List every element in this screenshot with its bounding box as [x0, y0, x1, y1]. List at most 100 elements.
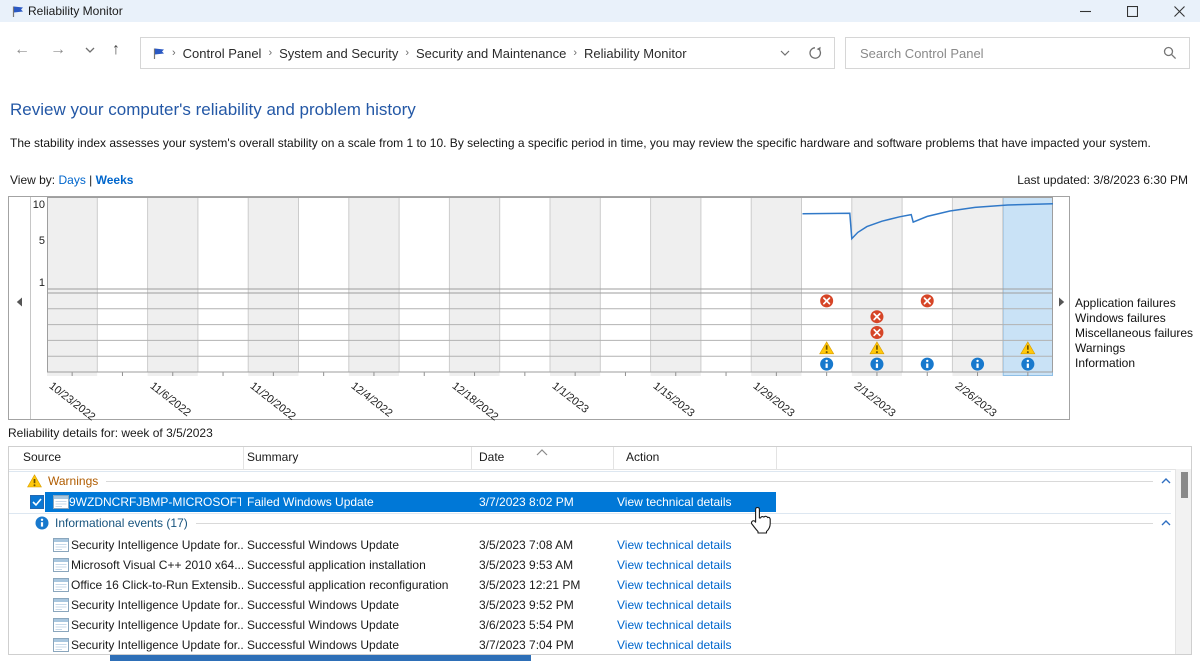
event-source-icon: [53, 495, 69, 509]
recent-locations-button[interactable]: [76, 36, 104, 64]
navigation-toolbar: ← → ↑ › Control Panel › System and Secur…: [0, 22, 1200, 80]
back-button[interactable]: ←: [8, 36, 36, 64]
table-row-informational-event[interactable]: Microsoft Visual C++ 2010 x64...Successf…: [9, 555, 1171, 575]
breadcrumb-item-security-and-maintenance[interactable]: Security and Maintenance: [416, 46, 566, 61]
row-source: Office 16 Click-to-Run Extensib...: [71, 578, 243, 592]
address-dropdown-icon[interactable]: [780, 50, 790, 56]
search-input[interactable]: [858, 45, 1163, 62]
breadcrumb-separator-icon: ›: [573, 47, 577, 59]
x-axis-label: 1/15/2023: [650, 380, 696, 420]
breadcrumb-flag-icon: [151, 46, 165, 60]
breadcrumb-item-system-and-security[interactable]: System and Security: [279, 46, 398, 61]
x-axis-label: 2/12/2023: [852, 380, 898, 420]
breadcrumb-item-control-panel[interactable]: Control Panel: [183, 46, 262, 61]
breadcrumb-item-reliability-monitor[interactable]: Reliability Monitor: [584, 46, 687, 61]
minimize-icon: [1080, 6, 1091, 17]
sort-ascending-icon[interactable]: [536, 449, 548, 456]
event-source-icon: [53, 598, 69, 612]
column-header-source[interactable]: Source: [23, 450, 61, 464]
forward-icon: →: [50, 41, 66, 59]
search-icon: [1163, 46, 1177, 60]
forward-button[interactable]: →: [44, 36, 72, 64]
scrollbar-thumb[interactable]: [1181, 472, 1188, 498]
chart-scroll-right-button[interactable]: [1053, 197, 1069, 376]
view-by-weeks-link[interactable]: Weeks: [96, 173, 134, 187]
breadcrumb-separator-icon: ›: [172, 47, 176, 59]
row-summary: Successful application installation: [247, 558, 426, 572]
chart-scroll-left-button[interactable]: [9, 197, 31, 419]
app-flag-icon: [10, 4, 24, 18]
event-source-icon: [53, 638, 69, 652]
refresh-icon[interactable]: [808, 46, 822, 60]
selected-row-highlight[interactable]: 9WZDNCRFJBMP-MICROSOFT.... Failed Window…: [45, 492, 776, 512]
group-label-informational-events: Informational events (17): [55, 516, 188, 530]
view-technical-details-link[interactable]: View technical details: [617, 638, 732, 652]
row-summary: Successful application reconfiguration: [247, 578, 448, 592]
x-axis-labels: 10/23/202211/6/202211/20/202212/4/202212…: [47, 376, 1053, 419]
view-technical-details-link[interactable]: View technical details: [617, 558, 732, 572]
row-summary: Successful Windows Update: [247, 618, 399, 632]
row-date: 3/5/2023 9:52 PM: [479, 598, 574, 612]
row-summary: Successful Windows Update: [247, 598, 399, 612]
chart-legend: Application failures Windows failures Mi…: [1075, 296, 1200, 371]
column-header-action[interactable]: Action: [626, 450, 659, 464]
column-header-summary[interactable]: Summary: [247, 450, 298, 464]
window-title: Reliability Monitor: [28, 4, 123, 18]
breadcrumb-separator-icon: ›: [405, 47, 409, 59]
legend-miscellaneous-failures: Miscellaneous failures: [1075, 326, 1200, 341]
x-axis-label: 11/20/2022: [248, 380, 298, 423]
details-table: Source Summary Date Action Warnings: [8, 446, 1192, 655]
table-row-informational-event[interactable]: Office 16 Click-to-Run Extensib... Succes…: [9, 575, 1171, 595]
y-axis-tick-5: 5: [30, 235, 45, 247]
row-checkbox-checked[interactable]: [30, 495, 44, 509]
table-row-informational-event[interactable]: Security Intelligence Update for... Succe…: [9, 535, 1171, 555]
minimize-button[interactable]: [1065, 0, 1105, 22]
search-box[interactable]: [845, 37, 1190, 69]
x-axis-label: 2/26/2023: [952, 380, 998, 420]
group-row-informational-events[interactable]: Informational events (17): [9, 513, 1171, 533]
collapse-group-icon[interactable]: [1161, 478, 1171, 484]
row-source: Security Intelligence Update for...: [71, 538, 243, 552]
x-axis-label: 11/6/2022: [147, 380, 192, 419]
y-axis-tick-10: 10: [30, 199, 45, 211]
reliability-monitor-window: { "window": { "title": "Reliability Moni…: [0, 0, 1200, 661]
page-title: Review your computer's reliability and p…: [10, 100, 416, 120]
x-axis-label: 1/29/2023: [751, 380, 797, 420]
collapse-group-icon[interactable]: [1161, 520, 1171, 526]
back-icon: ←: [14, 41, 30, 59]
group-row-warnings[interactable]: Warnings: [9, 471, 1171, 491]
last-updated-text: Last updated: 3/8/2023 6:30 PM: [1017, 173, 1188, 187]
view-technical-details-link[interactable]: View technical details: [617, 495, 732, 509]
partial-selected-row-strip[interactable]: [110, 655, 531, 661]
up-button[interactable]: ↑: [102, 36, 130, 64]
table-row-informational-event[interactable]: Security Intelligence Update for...Succe…: [9, 595, 1171, 615]
title-bar: Reliability Monitor: [0, 0, 1200, 22]
row-date: 3/5/2023 9:53 AM: [479, 558, 573, 572]
view-by-days-link[interactable]: Days: [58, 173, 85, 187]
column-header-date[interactable]: Date: [479, 450, 504, 464]
group-label-warnings: Warnings: [48, 474, 98, 488]
scroll-right-icon: [1058, 297, 1065, 307]
table-row-failed-windows-update[interactable]: 9WZDNCRFJBMP-MICROSOFT.... Failed Window…: [9, 492, 1171, 512]
breadcrumb[interactable]: › Control Panel › System and Security › …: [140, 37, 835, 69]
table-header: Source Summary Date Action: [9, 447, 1191, 470]
maximize-button[interactable]: [1112, 0, 1152, 22]
view-technical-details-link[interactable]: View technical details: [617, 538, 732, 552]
view-technical-details-link[interactable]: View technical details: [617, 578, 732, 592]
x-axis-label: 12/18/2022: [449, 380, 500, 423]
maximize-icon: [1127, 6, 1138, 17]
breadcrumb-separator-icon: ›: [268, 47, 272, 59]
close-button[interactable]: [1159, 0, 1199, 22]
table-row-informational-event[interactable]: Security Intelligence Update for...Succe…: [9, 635, 1171, 655]
table-scrollbar[interactable]: [1175, 469, 1192, 655]
row-summary: Successful Windows Update: [247, 538, 399, 552]
row-source: Security Intelligence Update for...: [71, 638, 243, 652]
row-summary: Failed Windows Update: [247, 495, 374, 509]
view-technical-details-link[interactable]: View technical details: [617, 598, 732, 612]
table-row-informational-event[interactable]: Security Intelligence Update for...Succe…: [9, 615, 1171, 635]
row-date: 3/7/2023 8:02 PM: [479, 495, 574, 509]
stability-chart-plot[interactable]: [47, 197, 1053, 376]
row-date: 3/7/2023 7:04 PM: [479, 638, 574, 652]
stability-chart: 10 5 1 10/23/202211/6/202211/20/202212/4…: [8, 196, 1070, 420]
view-technical-details-link[interactable]: View technical details: [617, 618, 732, 632]
